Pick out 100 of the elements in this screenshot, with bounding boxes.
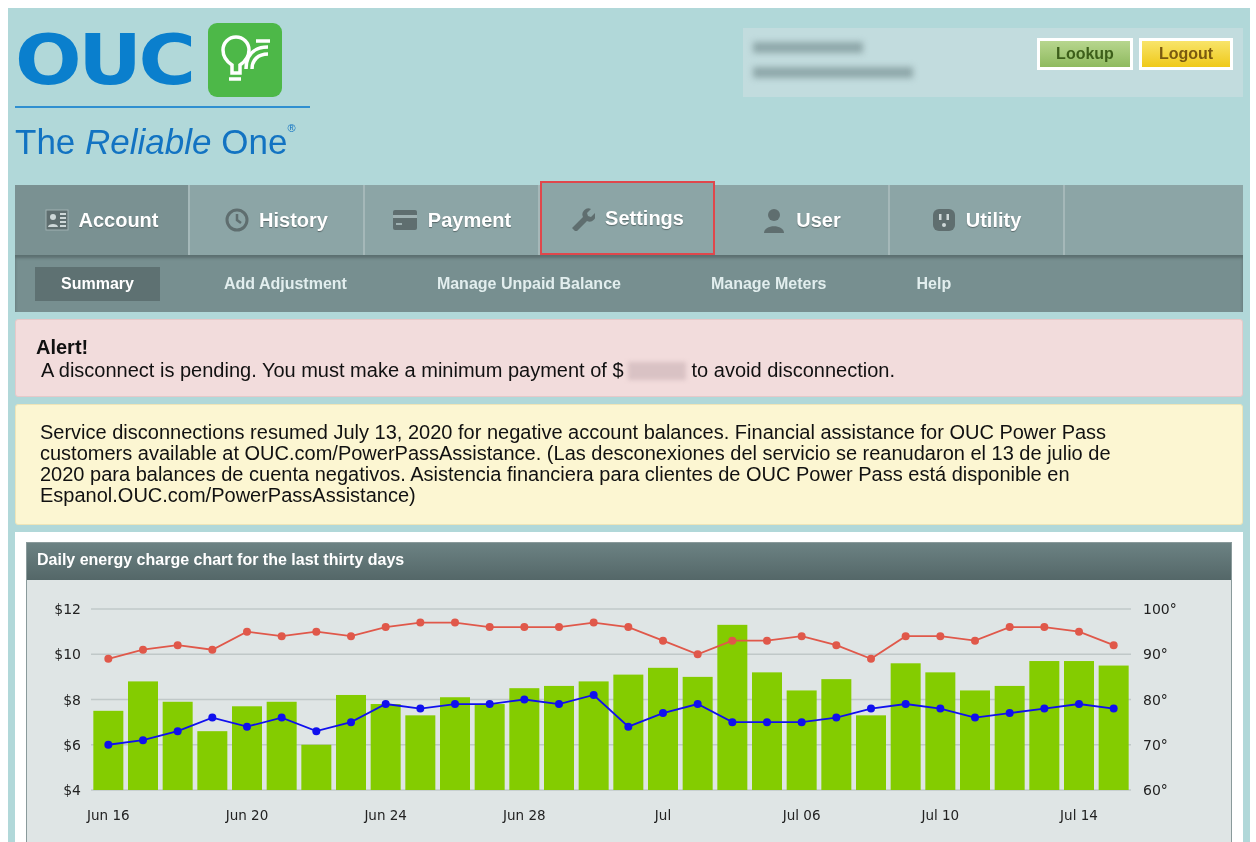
- point: [173, 641, 182, 650]
- point: [763, 718, 771, 727]
- point: [139, 645, 147, 654]
- axis-label: Jun 20: [225, 807, 269, 823]
- point: [901, 700, 910, 709]
- subnav-tab[interactable]: Add Adjustment: [197, 266, 373, 301]
- point: [589, 690, 598, 699]
- subnav-tab[interactable]: Summary: [35, 266, 160, 301]
- nav-tab[interactable]: Settings: [540, 181, 715, 255]
- point: [1005, 623, 1014, 632]
- point: [936, 632, 945, 641]
- point: [520, 623, 529, 632]
- point: [312, 627, 321, 636]
- contact-card-icon: [44, 209, 69, 231]
- subnav-tab[interactable]: Help: [890, 266, 978, 301]
- point: [555, 623, 563, 632]
- point: [381, 700, 390, 709]
- point: [243, 627, 251, 636]
- alert-message: A disconnect is pending. You must make a minimum payment of $: [41, 359, 624, 382]
- axis-label: $10: [54, 646, 81, 663]
- logo-tagline: The Reliable One$^{®}$: [15, 121, 297, 162]
- point: [693, 700, 702, 709]
- outlet-icon: [931, 208, 956, 232]
- point: [1040, 704, 1049, 713]
- point: [485, 700, 494, 709]
- point: [381, 623, 390, 632]
- axis-label: $8: [63, 691, 81, 708]
- point: [347, 718, 355, 727]
- point: [797, 718, 806, 727]
- point: [624, 623, 633, 632]
- axis-label: $6: [63, 736, 81, 753]
- axis-label: 100°: [1143, 601, 1177, 617]
- point: [659, 636, 667, 645]
- point: [659, 709, 667, 718]
- subnav-tab[interactable]: Manage Unpaid Balance: [410, 266, 647, 301]
- chart-title: Daily energy charge chart for the last thirty days: [27, 543, 1231, 580]
- point: [832, 641, 841, 650]
- axis-label: Jul: [654, 807, 672, 823]
- redacted-amount: [627, 361, 686, 380]
- subnav-tab[interactable]: Manage Meters: [684, 266, 853, 301]
- point: [971, 636, 979, 645]
- lookup-button[interactable]: Lookup: [1037, 38, 1133, 70]
- point: [1109, 641, 1118, 650]
- point: [277, 713, 286, 722]
- axis-label: Jun 28: [503, 807, 546, 823]
- point: [1075, 700, 1083, 709]
- lightbulb-faucet-logo-icon: [207, 23, 282, 97]
- axis-label: Jun 24: [364, 807, 407, 823]
- point: [797, 632, 806, 641]
- point: [139, 736, 147, 745]
- card-icon: [391, 209, 418, 231]
- point: [416, 704, 425, 713]
- point: [867, 654, 875, 663]
- point: [624, 722, 633, 731]
- axis-label: Jul 10: [921, 807, 960, 823]
- point: [763, 636, 771, 645]
- axis-label: Jul 14: [1060, 807, 1098, 823]
- point: [971, 713, 979, 722]
- point: [693, 650, 702, 659]
- point: [936, 704, 945, 713]
- clock-icon: [225, 208, 250, 232]
- point: [416, 618, 425, 627]
- point: [173, 727, 182, 736]
- axis-label: 90°: [1143, 646, 1168, 663]
- point: [451, 700, 459, 709]
- alert-title: Alert!: [36, 336, 90, 359]
- axis-label: $12: [54, 601, 81, 617]
- axis-label: 70°: [1143, 736, 1168, 753]
- notice-banner: Service disconnections resumed July 13, 2020 for negative account balances. Financial assistance for OUC Power Pass customers available at OUC.com/PowerPassAssistance. (Las desconexiones del servicio se reanudaron el 13 de julio de 2020 para balances de cuenta negativos. Asistencia financiera para clientes de OUC Power Pass está disponible en Espanol.OUC.com/PowerPassAssistance): [15, 404, 1243, 525]
- axis-label: 80°: [1143, 691, 1168, 708]
- point: [1109, 704, 1118, 713]
- point: [1075, 627, 1083, 636]
- point: [728, 718, 737, 727]
- point: [243, 722, 251, 731]
- point: [901, 632, 910, 641]
- point: [1005, 709, 1014, 718]
- point: [208, 713, 217, 722]
- point: [208, 645, 217, 654]
- axis-label: Jul 06: [782, 807, 821, 823]
- point: [312, 727, 321, 736]
- bar: [197, 731, 228, 790]
- alert-message: to avoid disconnection.: [691, 359, 895, 382]
- bar: [301, 744, 332, 790]
- axis-label: 60°: [1143, 782, 1168, 798]
- point: [832, 713, 841, 722]
- axis-label: Jun 16: [87, 807, 130, 823]
- point: [520, 695, 529, 704]
- point: [451, 618, 459, 627]
- person-icon: [762, 207, 787, 233]
- point: [1040, 623, 1049, 632]
- point: [277, 632, 286, 641]
- logo-text: OUC: [15, 22, 193, 98]
- point: [104, 654, 113, 663]
- point: [485, 623, 494, 632]
- nav-tab[interactable]: Account: [15, 185, 190, 255]
- point: [867, 704, 875, 713]
- point: [589, 618, 598, 627]
- point: [728, 636, 737, 645]
- point: [347, 632, 355, 641]
- logout-button[interactable]: Logout: [1139, 38, 1233, 70]
